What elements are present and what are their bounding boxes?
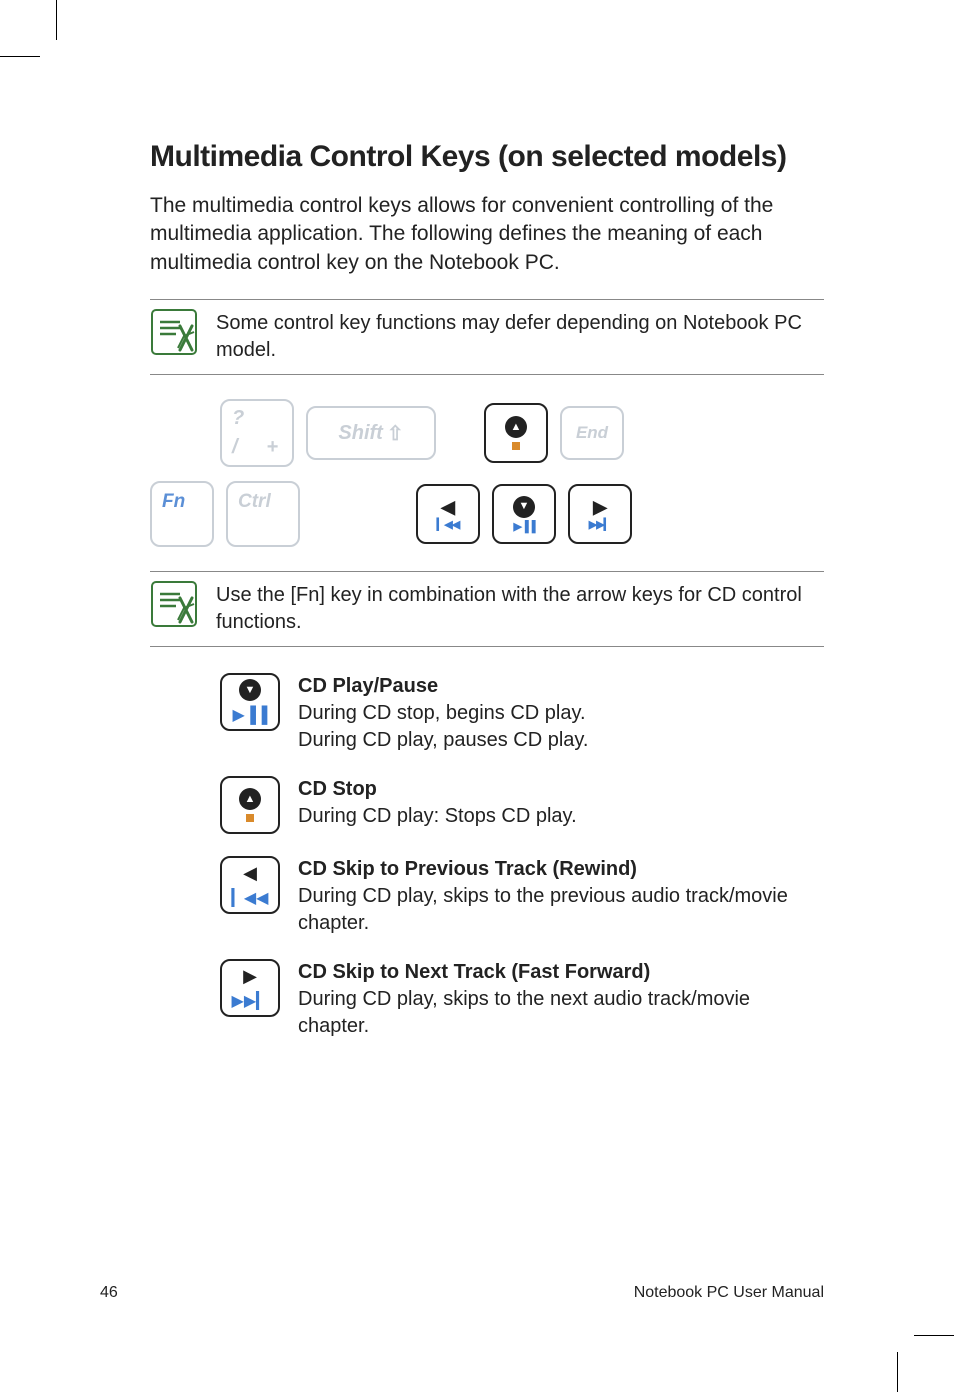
stop-circle-icon: ▲ [505,416,527,438]
stop-square-glyph [246,814,254,822]
intro-paragraph: The multimedia control keys allows for c… [150,192,824,277]
func-prev: ◀ ▎◀◀ CD Skip to Previous Track (Rewind)… [220,856,824,937]
play-pause-key-icon: ▼ ▶▐▐ [220,673,280,731]
stop-square-icon [512,442,520,450]
shift-label: Shift [338,422,382,445]
note-icon [150,580,198,628]
next-track-icon: ▶▶▎ [589,520,611,531]
key-row-bottom: Fn Ctrl ◀ ▎◀◀ ▼ ▶▐▐ ▶ ▶▶▎ [150,481,824,547]
func-text: CD Skip to Previous Track (Rewind) Durin… [298,856,824,937]
play-pause-icon: ▶▐▐ [513,522,534,533]
page-content: Multimedia Control Keys (on selected mod… [0,0,954,1040]
shift-key: Shift ⇧ [306,406,436,460]
up-circle-icon: ▲ [239,788,261,810]
func-text: CD Play/Pause During CD stop, begins CD … [298,673,589,754]
fn-key: Fn [150,481,214,547]
stop-key-icon: ▲ [220,776,280,834]
function-list: ▼ ▶▐▐ CD Play/Pause During CD stop, begi… [220,673,824,1040]
func-title: CD Play/Pause [298,673,589,700]
end-label: End [576,423,608,443]
prev-glyph: ▎◀◀ [232,888,269,908]
fn-label: Fn [162,491,185,513]
note-block: Use the [Fn] key in combination with the… [150,571,824,647]
ctrl-key: Ctrl [226,481,300,547]
slash-key: ? / + [220,399,294,467]
next-glyph: ▶▶▎ [232,991,269,1011]
question-mark: ? [232,407,244,430]
up-arrow-key: ▲ [484,403,548,463]
plus-char: + [266,436,278,459]
footer-label: Notebook PC User Manual [634,1284,824,1302]
play-circle-icon: ▼ [513,496,535,518]
note-icon [150,308,198,356]
func-text: CD Skip to Next Track (Fast Forward) Dur… [298,959,824,1040]
play-pause-glyph: ▶▐▐ [233,705,268,725]
crop-mark [56,0,57,40]
crop-mark [897,1352,898,1392]
next-key-icon: ▶ ▶▶▎ [220,959,280,1017]
func-stop: ▲ CD Stop During CD play: Stops CD play. [220,776,824,834]
crop-mark [914,1335,954,1336]
shift-arrow-icon: ⇧ [387,421,404,446]
right-triangle-icon: ▶ [593,498,607,516]
func-body: During CD play: Stops CD play. [298,803,577,830]
prev-track-icon: ▎◀◀ [437,520,459,531]
right-triangle-icon: ▶ [243,966,257,987]
func-text: CD Stop During CD play: Stops CD play. [298,776,577,830]
func-body: During CD play, skips to the next audio … [298,986,824,1040]
note-block: Some control key functions may defer dep… [150,299,824,375]
left-arrow-key: ◀ ▎◀◀ [416,484,480,544]
key-row-top: ? / + Shift ⇧ ▲ End [220,399,824,467]
func-body: During CD stop, begins CD play. During C… [298,700,589,754]
crop-mark [0,56,40,57]
ctrl-label: Ctrl [238,491,271,513]
down-circle-icon: ▼ [239,679,261,701]
func-next: ▶ ▶▶▎ CD Skip to Next Track (Fast Forwar… [220,959,824,1040]
left-triangle-icon: ◀ [441,498,455,516]
func-title: CD Skip to Next Track (Fast Forward) [298,959,824,986]
func-body: During CD play, skips to the previous au… [298,883,824,937]
func-play-pause: ▼ ▶▐▐ CD Play/Pause During CD stop, begi… [220,673,824,754]
down-arrow-key: ▼ ▶▐▐ [492,484,556,544]
left-triangle-icon: ◀ [243,863,257,884]
key-diagram: ? / + Shift ⇧ ▲ End Fn Ctrl [150,399,824,547]
func-title: CD Skip to Previous Track (Rewind) [298,856,824,883]
func-title: CD Stop [298,776,577,803]
page-footer: 46 Notebook PC User Manual [100,1284,824,1302]
prev-key-icon: ◀ ▎◀◀ [220,856,280,914]
slash-char: / [232,436,238,459]
note-text: Some control key functions may defer dep… [216,308,824,364]
end-key: End [560,406,624,460]
right-arrow-key: ▶ ▶▶▎ [568,484,632,544]
page-number: 46 [100,1284,118,1302]
page-heading: Multimedia Control Keys (on selected mod… [150,140,824,174]
note-text: Use the [Fn] key in combination with the… [216,580,824,636]
